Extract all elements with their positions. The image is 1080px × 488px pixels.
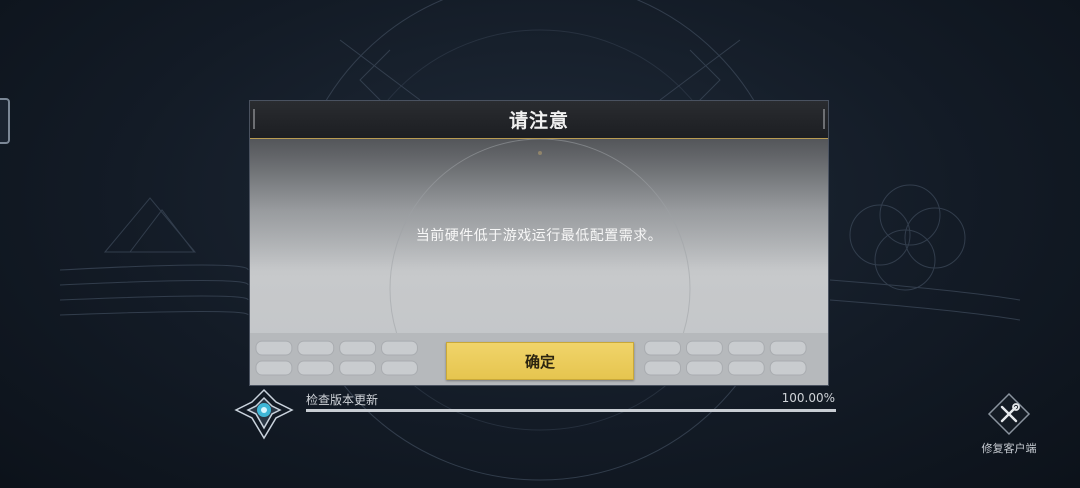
header-edge-right — [823, 109, 825, 129]
confirm-button[interactable]: 确定 — [446, 342, 634, 380]
progress-fill — [306, 409, 836, 412]
progress-percent: 100.00% — [781, 391, 835, 405]
dialog-title: 请注意 — [508, 110, 569, 132]
header-edge-left — [253, 109, 255, 129]
notice-dialog: 请注意 当前硬件低于游戏运行最低配置需求。 确定 — [249, 100, 829, 386]
repair-client-button[interactable]: 修复客户端 — [976, 392, 1042, 458]
dialog-message: 当前硬件低于游戏运行最低配置需求。 — [415, 228, 663, 244]
repair-client-label: 修复客户端 — [981, 442, 1037, 455]
wrench-screwdriver-icon — [987, 392, 1031, 436]
progress-label: 检查版本更新 — [306, 393, 379, 407]
progress-bar — [306, 409, 836, 412]
ghost-logo-icon — [234, 388, 294, 440]
side-drawer-tab[interactable] — [0, 98, 10, 144]
dialog-header: 请注意 — [250, 101, 828, 139]
